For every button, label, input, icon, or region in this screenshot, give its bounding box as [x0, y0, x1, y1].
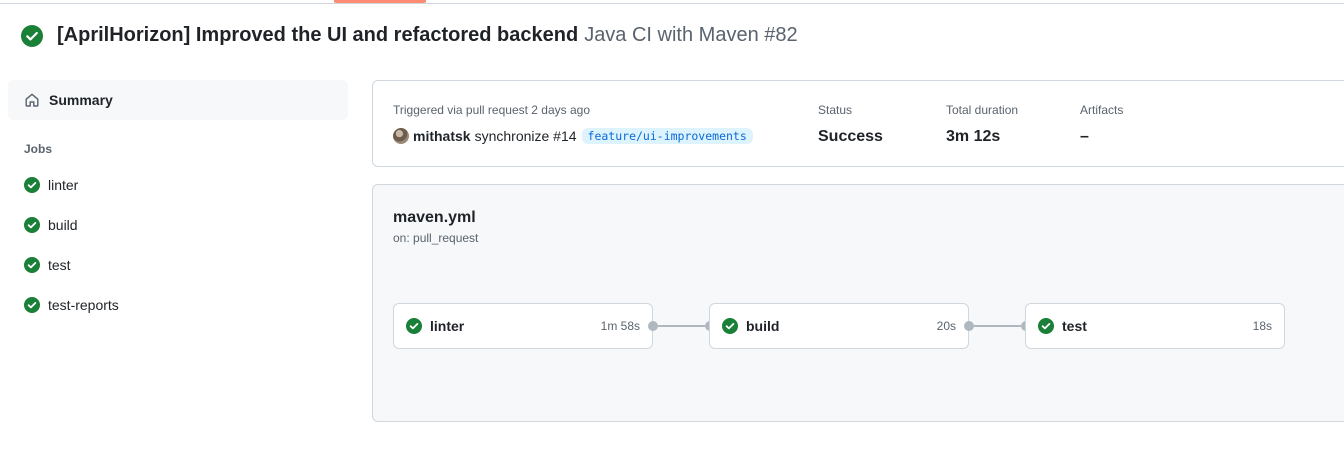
job-duration: 1m 58s: [600, 319, 640, 333]
duration-info: Total duration 3m 12s: [946, 103, 1018, 146]
artifacts-info: Artifacts –: [1080, 103, 1123, 146]
top-border: [0, 0, 1344, 4]
job-name: build: [746, 318, 780, 334]
graph-connector: [658, 325, 705, 327]
job-name: test: [1062, 318, 1087, 334]
job-card-test[interactable]: test 18s: [1025, 303, 1285, 349]
job-duration: 20s: [936, 319, 956, 333]
status-value: Success: [818, 128, 883, 145]
artifacts-value: –: [1080, 128, 1089, 145]
workflow-graph: maven.yml on: pull_request linter 1m 58s…: [372, 184, 1344, 422]
trigger-action[interactable]: synchronize #14: [475, 128, 577, 144]
run-title: [AprilHorizon] Improved the UI and refac…: [57, 24, 579, 46]
check-circle-fill-icon: [406, 318, 422, 334]
sidebar-item-test[interactable]: test: [8, 245, 348, 285]
check-circle-fill-icon: [722, 318, 738, 334]
sidebar-item-label: build: [48, 217, 78, 233]
sidebar-item-summary[interactable]: Summary: [8, 80, 348, 120]
trigger-info: Triggered via pull request 2 days ago mi…: [393, 103, 753, 144]
artifacts-label: Artifacts: [1080, 103, 1124, 117]
sidebar-item-label: test: [48, 257, 71, 273]
trigger-label: Triggered via pull request 2 days ago: [393, 103, 591, 117]
sidebar-item-test-reports[interactable]: test-reports: [8, 285, 348, 325]
check-circle-fill-icon: [24, 217, 40, 233]
active-tab-indicator: [334, 0, 426, 3]
actor-link[interactable]: mithatsk: [413, 128, 471, 144]
sidebar-item-label: Summary: [49, 92, 113, 108]
sidebar-item-linter[interactable]: linter: [8, 165, 348, 205]
status-info: Status Success: [818, 103, 883, 146]
status-label: Status: [818, 103, 853, 117]
graph-node-dot: [964, 321, 974, 331]
duration-label: Total duration: [946, 103, 1019, 117]
check-circle-fill-icon: [1038, 318, 1054, 334]
trigger-row: mithatsk synchronize #14 feature/ui-impr…: [393, 128, 753, 144]
duration-value: 3m 12s: [946, 128, 1001, 145]
sidebar-item-label: linter: [48, 177, 79, 193]
jobs-list: linter build test test-reports: [8, 165, 348, 325]
jobs-heading: Jobs: [24, 142, 53, 156]
job-duration: 18s: [1252, 319, 1272, 333]
check-circle-fill-icon: [24, 177, 40, 193]
branch-badge[interactable]: feature/ui-improvements: [581, 128, 753, 144]
run-summary-box: Triggered via pull request 2 days ago mi…: [372, 80, 1344, 167]
job-card-build[interactable]: build 20s: [709, 303, 969, 349]
job-card-linter[interactable]: linter 1m 58s: [393, 303, 653, 349]
check-circle-fill-icon: [24, 297, 40, 313]
workflow-run-name[interactable]: Java CI with Maven #82: [584, 24, 797, 47]
graph-node-dot: [648, 321, 658, 331]
job-name: linter: [430, 318, 465, 334]
check-circle-fill-icon: [21, 24, 43, 47]
sidebar-item-label: test-reports: [48, 297, 119, 313]
graph-connector: [974, 325, 1021, 327]
sidebar: Summary Jobs linter build test test-repo…: [8, 80, 348, 325]
workflow-file-name: maven.yml: [393, 209, 476, 226]
page-title: [AprilHorizon] Improved the UI and refac…: [21, 24, 798, 47]
avatar[interactable]: [393, 128, 409, 144]
sidebar-item-build[interactable]: build: [8, 205, 348, 245]
workflow-trigger: on: pull_request: [393, 231, 479, 245]
home-icon: [25, 93, 39, 107]
check-circle-fill-icon: [24, 257, 40, 273]
